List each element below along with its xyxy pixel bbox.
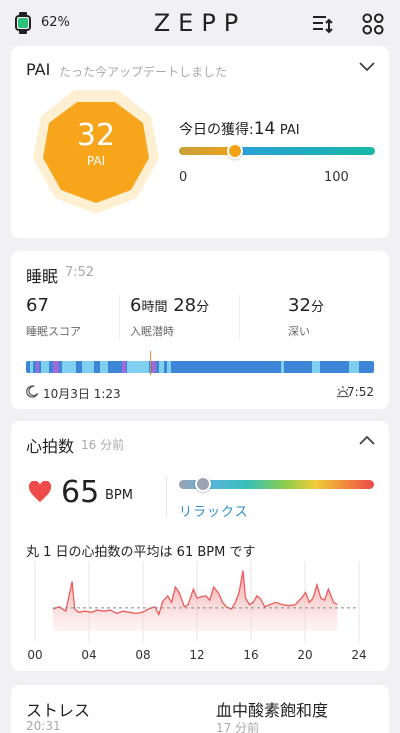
pai-unit: PAI	[86, 154, 106, 168]
sleep-latency-label: 入眠潜時	[130, 325, 174, 338]
pai-today-unit: PAI	[279, 123, 300, 138]
pai-value: 32	[76, 118, 116, 153]
sleep-duration: 7:52	[65, 265, 95, 280]
heart-rate-average-text: 丸 1 日の心拍数の平均は 61 BPM です	[26, 545, 256, 560]
sleep-deep-label: 深い	[288, 325, 310, 338]
heart-rate-unit: BPM	[105, 488, 133, 503]
stress-title: ストレス	[26, 701, 91, 720]
pai-title: PAI	[26, 60, 51, 79]
heart-rate-area	[53, 570, 338, 631]
spo2-title: 血中酸素飽和度	[216, 701, 329, 720]
x-tick-label: 00	[27, 648, 42, 661]
pai-progress-knob	[227, 143, 243, 159]
pai-today: 今日の獲得:14 PAI	[179, 119, 300, 139]
x-tick-label: 12	[189, 648, 204, 661]
heart-rate-zone-knob	[195, 476, 211, 492]
pai-progress-bar	[179, 147, 375, 155]
chevron-down-icon[interactable]	[359, 62, 375, 72]
heart-rate-card[interactable]: 心拍数 16 分前 65 BPM リラックス 丸 1 日の心拍数の平均は 61 …	[11, 421, 389, 671]
x-tick-label: 24	[351, 648, 366, 661]
heart-rate-updated: 16 分前	[81, 438, 125, 452]
grid-icon[interactable]	[361, 12, 385, 36]
bottom-cards[interactable]: ストレス 20:31 血中酸素飽和度 17 分前	[11, 685, 389, 733]
heart-rate-chart[interactable]: 00 04 08 12 16 20 24	[23, 561, 379, 661]
moon-icon	[26, 385, 39, 398]
x-tick-label: 04	[81, 648, 96, 661]
sleep-score: 67	[26, 295, 49, 316]
pai-card[interactable]: PAI たった今アップデートしました 32 PAI 今日の獲得:14 PAI 0…	[11, 46, 389, 238]
app-logo: ZEPP	[153, 9, 247, 37]
sleep-title: 睡眠	[26, 267, 59, 286]
sleep-deep: 32分	[288, 295, 324, 316]
pai-today-value: 14	[253, 119, 276, 139]
heart-rate-title: 心拍数	[26, 437, 75, 456]
stress-time: 20:31	[26, 719, 61, 733]
sort-icon[interactable]	[310, 12, 334, 36]
sleep-onset-marker	[150, 351, 151, 375]
heart-icon	[28, 481, 52, 502]
heart-rate-value: 65	[61, 475, 100, 510]
sleep-stage-bar	[26, 361, 374, 373]
sleep-end-time: 7:52	[347, 385, 374, 399]
x-tick-label: 20	[297, 648, 312, 661]
x-tick-label: 16	[243, 648, 258, 661]
sleep-latency: 6時間 28分	[130, 295, 210, 316]
top-bar: 62% ZEPP	[0, 0, 400, 46]
spo2-time: 17 分前	[216, 721, 260, 733]
pai-updated: たった今アップデートしました	[59, 65, 228, 79]
sleep-start-time: 10月3日 1:23	[43, 387, 121, 401]
pai-today-label: 今日の獲得:	[179, 122, 254, 138]
heart-rate-zone: リラックス	[179, 505, 249, 520]
sleep-card[interactable]: 睡眠 7:52 67 睡眠スコア 6時間 28分 入眠潜時 32分 深い 10月…	[11, 251, 389, 409]
sleep-score-label: 睡眠スコア	[26, 325, 81, 338]
x-tick-label: 08	[135, 648, 150, 661]
chevron-up-icon[interactable]	[359, 435, 375, 445]
pai-min: 0	[179, 170, 188, 185]
pai-max: 100	[324, 170, 349, 185]
